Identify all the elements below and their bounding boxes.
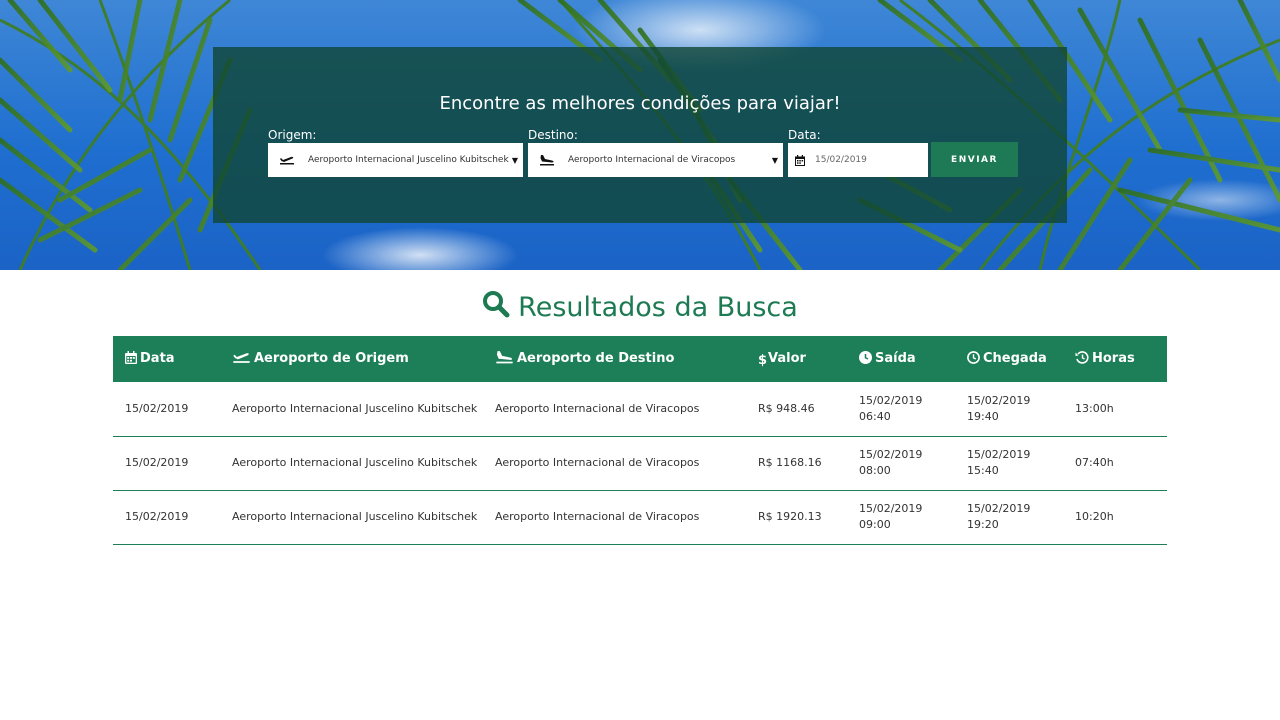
- cell-origin: Aeroporto Internacional Juscelino Kubits…: [232, 456, 478, 469]
- calendar-icon: [125, 350, 137, 368]
- calendar-icon: [794, 154, 806, 166]
- cell-date: 15/02/2019: [125, 456, 189, 469]
- results-heading: Resultados da Busca: [0, 290, 1280, 325]
- plane-arrival-icon: [533, 154, 561, 166]
- arrival-date: 15/02/2019: [967, 393, 1031, 407]
- column-label: Saída: [875, 350, 916, 366]
- origin-select[interactable]: Aeroporto Internacional Juscelino Kubits…: [268, 143, 523, 177]
- cell-arrival: 15/02/2019 15:40: [955, 436, 1063, 490]
- destination-select[interactable]: Aeroporto Internacional de Viracopos ▼: [528, 143, 783, 177]
- column-label: Aeroporto de Destino: [517, 351, 675, 366]
- cell-price: R$ 1168.16: [758, 456, 822, 469]
- arrival-time: 15:40: [967, 464, 999, 477]
- plane-departure-icon: [273, 154, 301, 166]
- date-label: Data:: [788, 128, 821, 142]
- departure-date: 15/02/2019: [859, 448, 923, 461]
- arrival-time: 19:20: [967, 518, 999, 531]
- column-header-date: Data: [113, 336, 220, 382]
- cell-departure: 15/02/2019 08:00: [847, 436, 955, 490]
- date-value: 15/02/2019: [815, 155, 867, 165]
- history-icon: [1075, 350, 1089, 368]
- table-header-row: Data Aeroporto de Origem Aeroporto de De…: [113, 336, 1167, 382]
- column-header-price: $Valor: [746, 336, 847, 382]
- departure-date: 15/02/2019: [859, 502, 923, 515]
- cell-hours: 10:20h: [1075, 510, 1114, 523]
- origin-label: Origem:: [268, 128, 317, 142]
- cell-destination: Aeroporto Internacional de Viracopos: [495, 510, 700, 523]
- column-label: Data: [140, 350, 175, 366]
- cell-origin: Aeroporto Internacional Juscelino Kubits…: [232, 401, 478, 415]
- origin-value: Aeroporto Internacional Juscelino Kubits…: [308, 155, 509, 165]
- departure-time: 08:00: [859, 464, 891, 477]
- cell-arrival: 15/02/2019 19:40: [955, 382, 1063, 436]
- search-panel: Encontre as melhores condições para viaj…: [213, 47, 1067, 223]
- column-header-hours: Horas: [1063, 336, 1167, 382]
- cell-hours: 13:00h: [1075, 401, 1114, 415]
- destination-value: Aeroporto Internacional de Viracopos: [568, 155, 736, 165]
- column-label: Chegada: [983, 350, 1047, 366]
- cell-origin: Aeroporto Internacional Juscelino Kubits…: [232, 510, 478, 523]
- column-label: Aeroporto de Origem: [254, 351, 409, 366]
- hero-banner: Encontre as melhores condições para viaj…: [0, 0, 1280, 270]
- departure-time: 09:00: [859, 518, 891, 531]
- column-header-departure: Saída: [847, 336, 955, 382]
- chevron-down-icon: ▼: [511, 155, 518, 165]
- table-row[interactable]: 15/02/2019 Aeroporto Internacional Jusce…: [113, 490, 1167, 544]
- cell-hours: 07:40h: [1075, 456, 1114, 469]
- column-header-arrival: Chegada: [955, 336, 1063, 382]
- plane-departure-icon: [232, 350, 251, 368]
- dollar-icon: $: [758, 352, 768, 368]
- column-label: Horas: [1092, 350, 1135, 366]
- chevron-down-icon: ▼: [771, 155, 778, 165]
- search-title: Encontre as melhores condições para viaj…: [439, 93, 841, 114]
- cell-date: 15/02/2019: [125, 510, 189, 523]
- cell-date: 15/02/2019: [125, 401, 189, 415]
- plane-arrival-icon: [495, 350, 514, 368]
- column-label: Valor: [768, 350, 806, 366]
- cell-price: R$ 1920.13: [758, 510, 822, 523]
- cell-departure: 15/02/2019 09:00: [847, 490, 955, 544]
- search-icon: [482, 290, 510, 325]
- arrival-date: 15/02/2019: [967, 502, 1031, 515]
- clock-filled-icon: [859, 350, 872, 368]
- results-table: Data Aeroporto de Origem Aeroporto de De…: [113, 336, 1167, 545]
- departure-date: 15/02/2019: [859, 393, 923, 407]
- column-header-origin: Aeroporto de Origem: [220, 336, 483, 382]
- results-title: Resultados da Busca: [518, 292, 798, 323]
- submit-button[interactable]: ENVIAR: [931, 142, 1018, 177]
- clock-outline-icon: [967, 350, 980, 368]
- column-header-destination: Aeroporto de Destino: [483, 336, 746, 382]
- cell-destination: Aeroporto Internacional de Viracopos: [495, 456, 700, 469]
- cell-departure: 15/02/2019 06:40: [847, 382, 955, 436]
- cell-arrival: 15/02/2019 19:20: [955, 490, 1063, 544]
- table-row[interactable]: 15/02/2019 Aeroporto Internacional Jusce…: [113, 382, 1167, 436]
- arrival-date: 15/02/2019: [967, 448, 1031, 461]
- table-row[interactable]: 15/02/2019 Aeroporto Internacional Jusce…: [113, 436, 1167, 490]
- cell-destination: Aeroporto Internacional de Viracopos: [495, 401, 700, 415]
- cell-price: R$ 948.46: [758, 401, 815, 415]
- date-input[interactable]: 15/02/2019: [788, 143, 928, 177]
- departure-time: 06:40: [859, 409, 891, 423]
- arrival-time: 19:40: [967, 409, 999, 423]
- destination-label: Destino:: [528, 128, 578, 142]
